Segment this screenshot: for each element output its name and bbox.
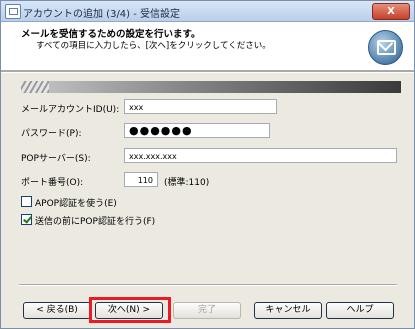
- port-default-note: (標準:110): [164, 178, 210, 188]
- mail-envelope-icon: [368, 30, 403, 65]
- password-label: パスワード(P):: [21, 129, 82, 139]
- pop-before-send-checkbox[interactable]: [21, 214, 32, 225]
- port-input[interactable]: 110: [124, 172, 158, 187]
- account-id-label: メールアカウントID(U):: [21, 105, 120, 115]
- window-title: アカウントの追加 (3/4) - 受信設定: [23, 9, 181, 20]
- pop-server-label: POPサーバー(S):: [21, 154, 91, 164]
- finish-button[interactable]: 完了: [173, 302, 241, 319]
- banner-hatch: [21, 81, 49, 93]
- pop-server-input[interactable]: xxx.xxx.xxx: [124, 148, 397, 163]
- pop-before-send-label[interactable]: 送信の前にPOP認証を行う(F): [35, 214, 155, 227]
- add-account-dialog: アカウントの追加 (3/4) - 受信設定 X メールを受信するための設定を行い…: [0, 0, 415, 329]
- title-bar[interactable]: アカウントの追加 (3/4) - 受信設定 X: [1, 1, 414, 22]
- apop-checkbox[interactable]: [21, 196, 32, 207]
- help-button[interactable]: ヘルプ: [326, 302, 394, 319]
- dialog-body: メールアカウントID(U): xxx パスワード(P): ●●●●●● POPサ…: [1, 73, 414, 328]
- account-id-input[interactable]: xxx: [124, 99, 277, 114]
- header-subtitle: すべての項目に入力したら、[次へ]をクリックしてください。: [36, 41, 271, 51]
- app-window-icon: [5, 4, 21, 19]
- cancel-button[interactable]: キャンセル: [254, 302, 322, 319]
- password-input[interactable]: ●●●●●●: [124, 123, 270, 138]
- decorative-banner: [21, 81, 401, 93]
- header-title: メールを受信するための設定を行います。: [21, 29, 201, 40]
- wizard-header: メールを受信するための設定を行います。 すべての項目に入力したら、[次へ]をクリ…: [1, 22, 414, 70]
- close-button[interactable]: X: [372, 3, 410, 20]
- port-label: ポート番号(O):: [21, 178, 84, 188]
- apop-label[interactable]: APOP認証を使う(E): [35, 196, 117, 209]
- next-button-highlight: [89, 297, 171, 323]
- footer-divider: [19, 284, 397, 286]
- back-button[interactable]: < 戻る(B): [23, 302, 91, 319]
